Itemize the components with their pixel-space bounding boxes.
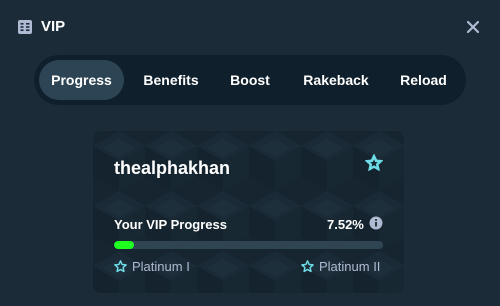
vip-progress-card: thealphakhan Your VIP Progress 7.52% Pla… — [93, 131, 404, 293]
progress-bar-track — [114, 241, 383, 249]
progress-percentage: 7.52% — [327, 217, 364, 232]
vip-ticket-icon — [18, 20, 32, 34]
next-tier: Platinum II — [301, 259, 380, 275]
next-tier-label: Platinum II — [319, 259, 381, 274]
close-icon[interactable] — [465, 19, 481, 35]
star-icon — [114, 260, 127, 273]
tab-reload[interactable]: Reload — [391, 60, 456, 100]
progress-bar-fill — [114, 241, 135, 249]
vip-tabs: Progress Benefits Boost Rakeback Reload — [34, 55, 466, 105]
info-icon[interactable] — [369, 216, 383, 230]
vip-modal: VIP Progress Benefits Boost Rakeback Rel… — [0, 0, 500, 306]
modal-header: VIP — [0, 0, 500, 54]
star-icon — [301, 260, 314, 273]
tab-boost[interactable]: Boost — [220, 60, 280, 100]
current-tier-label: Platinum I — [132, 259, 190, 274]
tab-progress[interactable]: Progress — [39, 60, 124, 100]
progress-label: Your VIP Progress — [114, 217, 227, 232]
current-tier: Platinum I — [114, 259, 190, 275]
username: thealphakhan — [114, 158, 231, 178]
star-icon — [365, 154, 383, 171]
tab-rakeback[interactable]: Rakeback — [291, 60, 381, 100]
tab-benefits[interactable]: Benefits — [132, 60, 210, 100]
modal-title: VIP — [41, 18, 66, 35]
